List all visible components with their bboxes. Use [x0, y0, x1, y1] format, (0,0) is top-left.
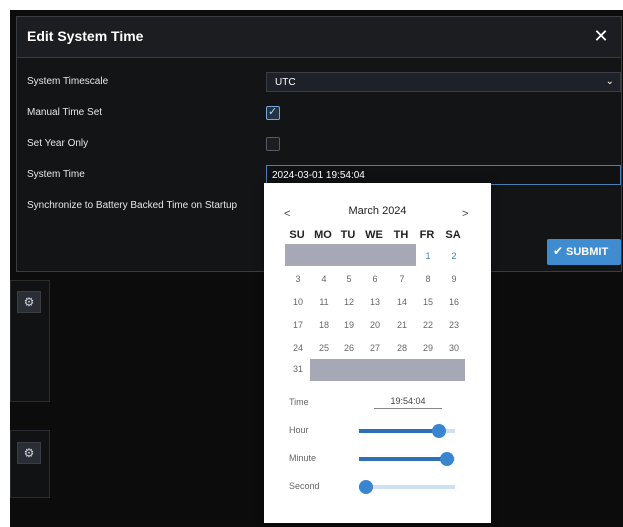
timescale-value: UTC: [275, 77, 296, 88]
calendar-day[interactable]: 2: [441, 251, 467, 261]
next-month-button[interactable]: >: [462, 208, 468, 220]
manual-time-checkbox[interactable]: ✓: [266, 106, 280, 120]
label-system-timescale: System Timescale: [27, 76, 109, 87]
close-icon[interactable]: ✕: [589, 24, 613, 48]
calendar-day[interactable]: 7: [389, 274, 415, 284]
slider-fill: [359, 457, 447, 461]
gear-icon[interactable]: ⚙: [17, 291, 41, 313]
calendar-day[interactable]: 26: [336, 343, 362, 353]
chevron-down-icon: ⌄: [605, 76, 614, 87]
calendar-day[interactable]: 11: [311, 297, 337, 307]
check-icon: ✔: [553, 244, 564, 258]
calendar-day[interactable]: 8: [415, 274, 441, 284]
submit-button[interactable]: ✔ SUBMIT: [547, 239, 621, 265]
set-year-only-checkbox[interactable]: [266, 137, 280, 151]
calendar-day[interactable]: 12: [336, 297, 362, 307]
dialog-header: Edit System Time ✕: [17, 17, 621, 58]
weekday-su: SU: [289, 229, 305, 241]
calendar-day[interactable]: 16: [441, 297, 467, 307]
minute-slider[interactable]: [359, 452, 455, 466]
timescale-select[interactable]: UTC ⌄: [266, 72, 621, 92]
slider-label-minute: Minute: [289, 453, 317, 463]
label-manual-time-set: Manual Time Set: [27, 107, 103, 118]
time-value: 19:54:04: [374, 396, 442, 409]
weekday-mo: MO: [314, 229, 332, 241]
check-icon: ✓: [268, 106, 278, 118]
calendar-day[interactable]: 30: [441, 343, 467, 353]
second-slider[interactable]: [359, 480, 455, 494]
calendar-day[interactable]: 5: [336, 274, 362, 284]
calendar-day[interactable]: 24: [285, 343, 311, 353]
calendar-day[interactable]: 1: [415, 251, 441, 261]
calendar-day[interactable]: 27: [362, 343, 388, 353]
hour-slider[interactable]: [359, 424, 455, 438]
calendar-day[interactable]: 3: [285, 274, 311, 284]
label-set-year-only: Set Year Only: [27, 138, 89, 149]
calendar-day[interactable]: 25: [311, 343, 337, 353]
label-system-time: System Time: [27, 169, 85, 180]
calendar-day[interactable]: 13: [362, 297, 388, 307]
slider-thumb[interactable]: [440, 452, 454, 466]
calendar-day[interactable]: 17: [285, 320, 311, 330]
calendar-day[interactable]: 23: [441, 320, 467, 330]
calendar-day[interactable]: 14: [389, 297, 415, 307]
gear-icon[interactable]: ⚙: [17, 442, 41, 464]
weekday-fr: FR: [419, 229, 435, 241]
label-sync-battery-time: Synchronize to Battery Backed Time on St…: [27, 200, 238, 211]
weekday-sa: SA: [445, 229, 461, 241]
submit-label: SUBMIT: [566, 246, 609, 258]
calendar-day[interactable]: 21: [389, 320, 415, 330]
date-picker: < March 2024 > Time 19:54:04 SU MO TU WE TH F…: [264, 183, 491, 523]
system-time-input[interactable]: 2024-03-01 19:54:04: [266, 165, 621, 185]
calendar-day[interactable]: 15: [415, 297, 441, 307]
background-panel: [10, 430, 50, 498]
weekday-tu: TU: [340, 229, 356, 241]
calendar-day[interactable]: 18: [311, 320, 337, 330]
calendar-day[interactable]: 10: [285, 297, 311, 307]
weekday-th: TH: [393, 229, 409, 241]
calendar-day[interactable]: 4: [311, 274, 337, 284]
outside-month-band: [285, 244, 416, 266]
month-label: March 2024: [348, 205, 407, 217]
calendar-day[interactable]: 22: [415, 320, 441, 330]
calendar-day[interactable]: 31: [285, 364, 311, 374]
calendar-day[interactable]: 29: [415, 343, 441, 353]
slider-label-hour: Hour: [289, 425, 309, 435]
calendar-day[interactable]: 9: [441, 274, 467, 284]
calendar-day[interactable]: 28: [389, 343, 415, 353]
outside-month-band: [310, 359, 465, 381]
dialog-title: Edit System Time: [27, 28, 144, 44]
slider-fill: [359, 429, 439, 433]
calendar-day[interactable]: 20: [362, 320, 388, 330]
system-time-value: 2024-03-01 19:54:04: [272, 170, 365, 181]
slider-thumb[interactable]: [432, 424, 446, 438]
time-label: Time: [289, 397, 309, 407]
weekday-we: WE: [365, 229, 383, 241]
slider-label-second: Second: [289, 481, 320, 491]
slider-thumb[interactable]: [359, 480, 373, 494]
calendar-day[interactable]: 6: [362, 274, 388, 284]
calendar-day[interactable]: 19: [336, 320, 362, 330]
